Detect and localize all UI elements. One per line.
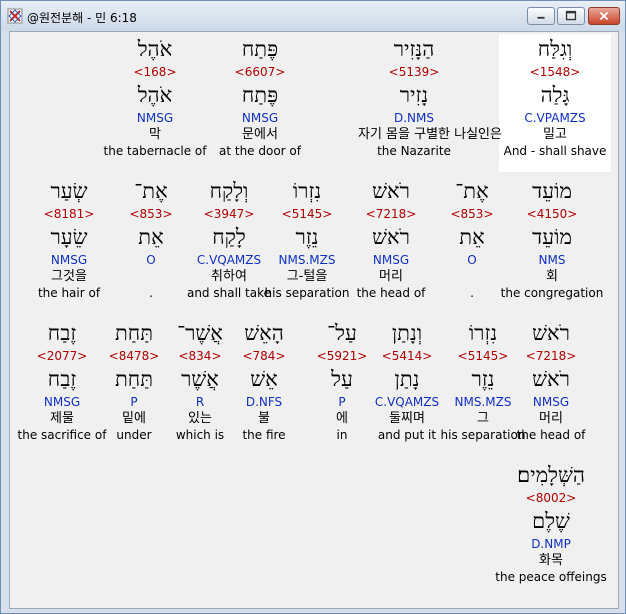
hebrew-word: זֶבַח <box>47 321 77 345</box>
word-entry[interactable]: זֶבַח <2077> זֶבַח NMSG 제물 the sacrifice of <box>6 318 118 456</box>
maximize-button[interactable] <box>557 7 585 25</box>
strongs-number: <1548> <box>529 65 581 79</box>
word-entry[interactable]: וְגִלַּח <1548> גָּלַה C.VPAMZS 밀고 And - shal… <box>499 34 611 172</box>
korean-gloss: 자기 몸을 구별한 나실인은 <box>358 127 502 142</box>
parsing-code: NMSG <box>136 111 174 125</box>
minimize-icon <box>537 16 545 19</box>
window-title: @원전분해 - 민 6:18 <box>27 11 137 25</box>
korean-gloss: 제물 <box>50 411 74 426</box>
app-icon <box>7 8 23 24</box>
korean-gloss: 화목 <box>539 553 563 568</box>
parsing-code: D.NMS <box>393 111 434 125</box>
strongs-number: <5139> <box>388 65 440 79</box>
strongs-number: <8002> <box>525 491 577 505</box>
title-bar[interactable]: @원전분해 - 민 6:18 <box>1 1 625 31</box>
english-gloss: the Nazarite <box>377 144 451 158</box>
lemma-word: נָזִיר <box>399 83 429 107</box>
lemma-word: גָּלַה <box>540 83 570 107</box>
strongs-number: <6607> <box>234 65 286 79</box>
english-gloss: the peace offeings <box>495 570 607 584</box>
korean-gloss: 밀고 <box>543 127 567 142</box>
lemma-word: פֶּתַח <box>241 83 279 107</box>
app-window: @원전분해 - 민 6:18 וְגִלַּח <1548> גָּלַה C.VPA… <box>0 0 626 614</box>
hebrew-word: אֹהֶל <box>137 37 173 61</box>
word-entry[interactable]: פֶּתַח <6607> פֶּתַח NMSG 문에서 at the door of <box>204 34 316 172</box>
english-gloss: the sacrifice of <box>17 428 107 442</box>
minimize-button[interactable] <box>527 7 555 25</box>
korean-gloss: 문에서 <box>242 127 278 142</box>
hebrew-word: הַנָּזִיר <box>393 37 435 61</box>
word-entry[interactable]: הַנָּזִיר <5139> נָזִיר D.NMS 자기 몸을 구별한 나실인은… <box>358 34 502 172</box>
english-gloss: the tabernacle of <box>103 144 207 158</box>
english-gloss: the hair of <box>37 286 101 300</box>
hebrew-word: שְׂעַר <box>50 179 88 203</box>
close-button[interactable] <box>588 7 620 25</box>
hebrew-word: פֶּתַח <box>241 37 279 61</box>
strongs-number: <2077> <box>36 349 88 363</box>
lemma-word: שֵׂעָר <box>50 225 88 249</box>
parsing-code: NMSG <box>241 111 279 125</box>
word-entry[interactable]: שְׂעַר <8181> שֵׂעָר NMSG 그것을 the hair of <box>13 176 125 314</box>
word-entry[interactable]: הַשְּׁלָמִים׃ <8002> שֶׁלֶם D.NMP 화목 the peac… <box>495 460 607 598</box>
parsing-code: NMSG <box>50 253 88 267</box>
english-gloss: And - shall shave <box>503 144 607 158</box>
verse-analysis-panel: וְגִלַּח <1548> גָּלַה C.VPAMZS 밀고 And - shal… <box>9 31 619 609</box>
strongs-number: <8181> <box>43 207 95 221</box>
parsing-code: D.NMP <box>531 537 571 551</box>
maximize-icon <box>565 10 577 21</box>
lemma-word: זֶבַח <box>47 367 77 391</box>
hebrew-word: וְגִלַּח <box>537 37 573 61</box>
hebrew-word: הַשְּׁלָמִים׃ <box>517 463 585 487</box>
korean-gloss: 그것을 <box>51 269 87 284</box>
strongs-number: <168> <box>133 65 177 79</box>
close-icon <box>599 11 609 21</box>
lemma-word: אֹהֶל <box>137 83 173 107</box>
korean-gloss: 막 <box>149 127 161 142</box>
parsing-code: NMSG <box>43 395 81 409</box>
lemma-word: שֶׁלֶם <box>532 509 570 533</box>
parsing-code: C.VPAMZS <box>524 111 586 125</box>
word-entry[interactable]: אֹהֶל <168> אֹהֶל NMSG 막 the tabernacle of <box>99 34 211 172</box>
english-gloss: at the door of <box>219 144 301 158</box>
